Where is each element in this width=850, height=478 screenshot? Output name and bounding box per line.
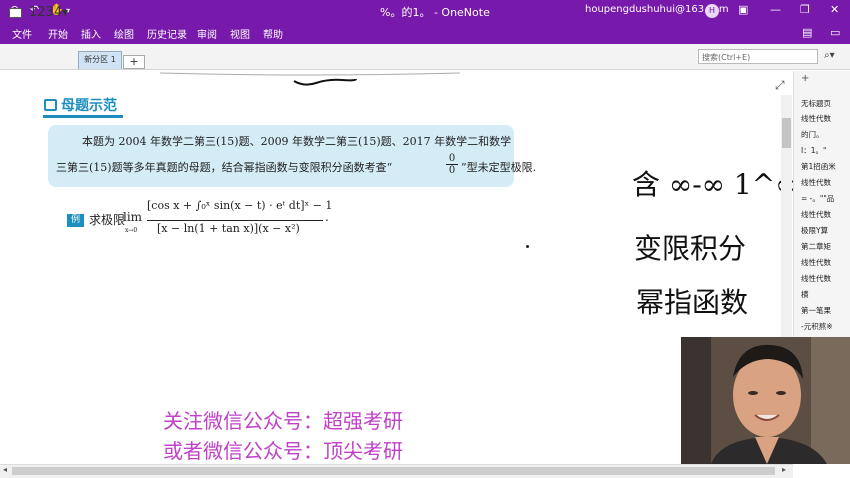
note-box: 本题为 2004 年数学二第三(15)题、2009 年数学二第三(15)题、20… xyxy=(48,125,536,187)
tab-history[interactable]: 历史记录 xyxy=(147,26,187,41)
tab-insert[interactable]: 插入 xyxy=(81,26,101,41)
note-line-2-text: 三第三(15)题等多年真题的母题，结合幂指函数与变限积分函数考查“ xyxy=(56,161,393,174)
page-item[interactable]: 线性代数 xyxy=(801,113,849,124)
notebook-name[interactable]: 1234 xyxy=(29,5,62,20)
scroll-left-icon[interactable]: ◂ xyxy=(3,465,7,474)
page-item[interactable]: -元积熬※ xyxy=(801,321,849,332)
notebook-icon[interactable] xyxy=(9,8,22,18)
zero-over-zero: 0 0 xyxy=(446,153,458,176)
page-item[interactable]: 第1招函米 xyxy=(801,161,849,172)
section-heading: 母题示范 xyxy=(61,98,117,114)
tab-draw[interactable]: 绘图 xyxy=(114,26,134,41)
tab-help[interactable]: 帮助 xyxy=(263,26,283,41)
page-item[interactable]: 的门。 xyxy=(801,129,849,140)
notebook-icon[interactable]: ▤ xyxy=(802,26,812,39)
scroll-right-icon[interactable]: ▸ xyxy=(782,465,786,474)
horizontal-scroll-thumb[interactable] xyxy=(12,467,775,475)
formula-denominator: [x − ln(1 + tan x)](x − x²) xyxy=(157,222,300,235)
page-item[interactable]: 线性代数 xyxy=(801,209,849,220)
page-item[interactable]: 极限Y算 xyxy=(801,225,849,236)
note-icon xyxy=(44,99,57,111)
maximize-icon[interactable]: ❐ xyxy=(800,3,810,16)
presenter-video xyxy=(681,337,850,464)
title-bar: ⊙ ↶ ✋ ▾ %。的1。 - OneNote houpengdushuhui@… xyxy=(0,0,850,22)
minimize-icon[interactable]: — xyxy=(770,3,781,16)
page-item[interactable]: 横 xyxy=(801,289,849,300)
note-line-1: 本题为 2004 年数学二第三(15)题、2009 年数学二第三(15)题、20… xyxy=(82,135,512,148)
page-item[interactable]: 第一笔果 xyxy=(801,305,849,316)
ribbon-tabs: 文件 开始 插入 绘图 历史记录 审阅 视图 帮助 ▤ ▭ xyxy=(0,22,850,44)
avatar[interactable]: H xyxy=(705,4,719,18)
page-item[interactable]: 第二章矩 xyxy=(801,241,849,252)
tab-review[interactable]: 审阅 xyxy=(197,26,217,41)
lim-symbol: lim xyxy=(123,210,143,224)
tab-view[interactable]: 视图 xyxy=(230,26,250,41)
handwriting-line-3: 幂指函数 xyxy=(636,286,749,319)
note-line-2-tail: ”型未定型极限. xyxy=(461,161,537,174)
add-page-icon[interactable]: + xyxy=(801,73,809,84)
webcam-overlay xyxy=(681,337,850,464)
heading-underline xyxy=(43,115,123,118)
handwriting-line-1: 含 ∞-∞ 1^∞ xyxy=(632,168,793,201)
tab-home[interactable]: 开始 xyxy=(48,26,68,41)
close-icon[interactable]: ✕ xyxy=(830,3,839,16)
window-title: %。的1。 - OneNote xyxy=(380,6,490,19)
example-text: 求极限 xyxy=(89,213,126,227)
watermark-line-2: 或者微信公众号：顶尖考研 xyxy=(163,439,403,463)
section-tab[interactable]: 新分区 1 xyxy=(78,51,122,69)
page-canvas[interactable]: 母题示范 本题为 2004 年数学二第三(15)题、2009 年数学二第三(15… xyxy=(0,71,793,464)
vertical-scroll-thumb[interactable] xyxy=(782,118,791,148)
frac-numerator: 0 xyxy=(446,153,458,165)
page-item[interactable]: I：1。" xyxy=(801,145,849,156)
ink-stroke-top xyxy=(160,72,460,76)
frac-denominator: 0 xyxy=(448,165,456,176)
comment-icon[interactable]: ▭ xyxy=(830,26,840,39)
add-section-button[interactable]: + xyxy=(123,55,145,69)
page-item[interactable]: 线性代数 xyxy=(801,273,849,284)
formula-end: . xyxy=(325,210,329,224)
page-item[interactable]: 线性代数 xyxy=(801,257,849,268)
fraction-bar xyxy=(147,220,323,221)
handwriting-line-2: 变限积分 xyxy=(634,232,747,265)
example-badge: 例 xyxy=(67,214,84,227)
note-line-2: 三第三(15)题等多年真题的母题，结合幂指函数与变限积分函数考查“ xyxy=(56,159,392,175)
page-item[interactable]: 无标题页 xyxy=(801,98,849,109)
search-icon[interactable]: ⌕▾ xyxy=(824,50,835,61)
page-item[interactable]: 线性代数 xyxy=(801,177,849,188)
expand-icon[interactable]: ⤢ xyxy=(775,78,785,93)
ink-dot xyxy=(526,245,529,248)
ribbon-display-icon[interactable]: ▣ xyxy=(738,3,748,16)
formula-numerator: [cos x + ∫₀ˣ sin(x − t) · eᵗ dt]ˣ − 1 xyxy=(147,199,333,212)
tab-file[interactable]: 文件 xyxy=(12,26,32,41)
page-item[interactable]: = -。""品 xyxy=(801,193,849,204)
search-input[interactable]: 搜索(Ctrl+E) xyxy=(698,49,818,64)
watermark-line-1: 关注微信公众号：超强考研 xyxy=(163,409,403,433)
chevron-down-icon[interactable]: ▼ xyxy=(62,8,68,17)
lim-subscript: x→0 xyxy=(125,227,138,234)
